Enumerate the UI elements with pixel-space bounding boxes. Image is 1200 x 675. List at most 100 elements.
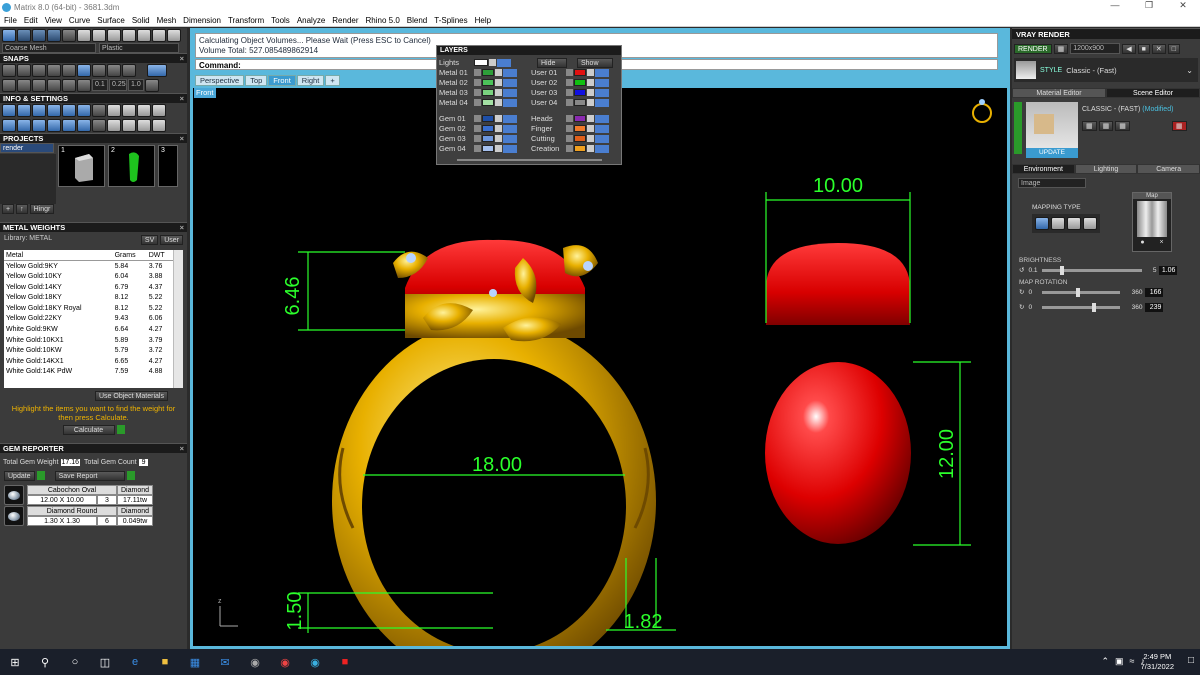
layer-row[interactable]: User 03 bbox=[531, 88, 609, 97]
use-object-materials-button[interactable]: Use Object Materials bbox=[95, 391, 168, 401]
lock-icon[interactable] bbox=[495, 99, 502, 106]
lock-icon[interactable] bbox=[587, 79, 594, 86]
snap-value-1[interactable]: 0.1 bbox=[92, 79, 108, 91]
layer-row[interactable]: Gem 03 bbox=[439, 134, 517, 143]
rotate-horizontal-icon[interactable]: ↻ bbox=[1019, 288, 1024, 296]
layer-visibility-toggle[interactable] bbox=[595, 124, 609, 133]
app-icon[interactable]: ◉ bbox=[247, 655, 263, 669]
lock-icon[interactable] bbox=[495, 69, 502, 76]
lock-icon[interactable] bbox=[587, 115, 594, 122]
snap-ortho-icon[interactable] bbox=[147, 64, 167, 77]
preset-side-tab[interactable] bbox=[1014, 102, 1022, 154]
gem-row-2[interactable]: Diamond Round Diamond 1.30 X 1.30 6 0.04… bbox=[4, 506, 183, 526]
rhino-icon[interactable]: ■ bbox=[337, 655, 353, 669]
table-row[interactable]: White Gold:9KW 6.64 4.27 bbox=[4, 324, 174, 335]
lights-swatch[interactable] bbox=[474, 59, 488, 66]
map-edit-icon[interactable]: ● bbox=[1140, 239, 1144, 246]
info-icon-5[interactable] bbox=[62, 104, 76, 117]
render-settings-icon[interactable]: ▦ bbox=[1053, 43, 1069, 54]
layer-color-swatch[interactable] bbox=[574, 125, 586, 132]
snap-mid-icon[interactable] bbox=[17, 64, 31, 77]
tab-environment[interactable]: Environment bbox=[1012, 164, 1075, 174]
snap-point-icon[interactable] bbox=[122, 64, 136, 77]
map-hemisphere-icon[interactable] bbox=[1083, 217, 1097, 230]
expand-icon[interactable]: □ bbox=[1167, 43, 1180, 54]
info-icon-10[interactable] bbox=[137, 104, 151, 117]
lock-icon[interactable] bbox=[495, 115, 502, 122]
edge-icon[interactable]: e bbox=[127, 655, 143, 669]
menu-mesh[interactable]: Mesh bbox=[157, 16, 177, 25]
file-explorer-icon[interactable]: ■ bbox=[157, 655, 173, 669]
layer-arrow-icon[interactable] bbox=[474, 125, 481, 132]
sv-button[interactable]: SV bbox=[140, 235, 159, 245]
info-icon-12[interactable] bbox=[2, 119, 16, 132]
prev-icon[interactable]: ◀ bbox=[1122, 43, 1136, 54]
matrix-icon[interactable]: ◉ bbox=[307, 655, 323, 669]
rotation-2-value[interactable]: 239 bbox=[1145, 302, 1164, 312]
layer-row[interactable]: Heads bbox=[531, 114, 609, 123]
layer-color-swatch[interactable] bbox=[574, 89, 586, 96]
update-preset-button[interactable]: UPDATE bbox=[1026, 148, 1078, 158]
layer-row[interactable]: Metal 03 bbox=[439, 88, 517, 97]
lights-row[interactable]: Lights bbox=[439, 58, 511, 67]
chevron-down-icon[interactable]: ⌄ bbox=[1186, 66, 1193, 75]
table-row[interactable]: White Gold:10KW 5.79 3.72 bbox=[4, 345, 174, 356]
gem-row-1[interactable]: Cabochon Oval Diamond 12.00 X 10.00 3 17… bbox=[4, 485, 183, 505]
move-up-button[interactable]: ↑ bbox=[16, 204, 28, 214]
menu-t-splines[interactable]: T-Splines bbox=[434, 16, 467, 25]
style-value[interactable]: Classic - (Fast) bbox=[1066, 66, 1116, 75]
show-button[interactable]: Show bbox=[577, 58, 613, 68]
snap-end-icon[interactable] bbox=[2, 64, 16, 77]
material-ball-icon[interactable] bbox=[77, 29, 91, 42]
info-icon-21[interactable] bbox=[137, 119, 151, 132]
preset-delete-icon[interactable]: ▦ bbox=[1171, 121, 1187, 131]
layer-color-swatch[interactable] bbox=[574, 79, 586, 86]
wifi-icon[interactable]: ≈ bbox=[1130, 656, 1135, 667]
col-grams[interactable]: Grams bbox=[112, 250, 147, 262]
lock-icon[interactable] bbox=[587, 69, 594, 76]
project-thumb-1[interactable]: 1 bbox=[58, 145, 105, 187]
layer-arrow-icon[interactable] bbox=[474, 115, 481, 122]
snap-perp-icon[interactable] bbox=[62, 64, 76, 77]
layer-visibility-toggle[interactable] bbox=[503, 98, 517, 107]
info-icon-18[interactable] bbox=[92, 119, 106, 132]
rotation-1-knob[interactable] bbox=[1076, 287, 1081, 297]
layer-arrow-icon[interactable] bbox=[474, 135, 481, 142]
snap-value-3[interactable]: 1.0 bbox=[128, 79, 144, 91]
osnap-icon[interactable] bbox=[32, 79, 46, 92]
play-icon[interactable] bbox=[36, 471, 45, 481]
info-icon-4[interactable] bbox=[47, 104, 61, 117]
windows-start-icon[interactable]: ⊞ bbox=[7, 655, 23, 669]
snap-value-2[interactable]: 0.25 bbox=[109, 79, 127, 91]
layer-visibility-toggle[interactable] bbox=[503, 114, 517, 123]
front-viewport[interactable]: Front 6.46 10.00 18.00 12.00 1.50 1.82 z bbox=[193, 88, 1007, 646]
tab-front[interactable]: Front bbox=[268, 75, 296, 86]
layer-visibility-toggle[interactable] bbox=[595, 78, 609, 87]
map-cube-icon[interactable] bbox=[1051, 217, 1065, 230]
update-button[interactable]: Update bbox=[4, 471, 35, 481]
layer-color-swatch[interactable] bbox=[574, 135, 586, 142]
table-row[interactable]: Yellow Gold:14KY 6.79 4.37 bbox=[4, 282, 174, 293]
layer-arrow-icon[interactable] bbox=[566, 89, 573, 96]
layer-row[interactable]: Metal 04 bbox=[439, 98, 517, 107]
table-row[interactable]: Yellow Gold:22KY 9.43 6.06 bbox=[4, 314, 174, 325]
layer-visibility-toggle[interactable] bbox=[503, 68, 517, 77]
lock-icon[interactable] bbox=[587, 145, 594, 152]
store-icon[interactable]: ▦ bbox=[187, 655, 203, 669]
layer-row[interactable]: Creation bbox=[531, 144, 609, 153]
layer-color-swatch[interactable] bbox=[482, 79, 494, 86]
mesh-select[interactable]: Coarse Mesh bbox=[2, 43, 96, 53]
layer-visibility-toggle[interactable] bbox=[595, 114, 609, 123]
layer-visibility-toggle[interactable] bbox=[503, 144, 517, 153]
layer-visibility-toggle[interactable] bbox=[503, 88, 517, 97]
layer-color-swatch[interactable] bbox=[482, 125, 494, 132]
close-icon[interactable]: × bbox=[180, 54, 184, 64]
layer-row[interactable]: User 01 bbox=[531, 68, 609, 77]
layer-color-swatch[interactable] bbox=[482, 89, 494, 96]
layer-arrow-icon[interactable] bbox=[474, 145, 481, 152]
record-icon[interactable] bbox=[47, 79, 61, 92]
user-button[interactable]: User bbox=[160, 235, 183, 245]
layer-visibility-toggle[interactable] bbox=[595, 88, 609, 97]
layer-row[interactable]: Metal 01 bbox=[439, 68, 517, 77]
layer-visibility-toggle[interactable] bbox=[595, 134, 609, 143]
